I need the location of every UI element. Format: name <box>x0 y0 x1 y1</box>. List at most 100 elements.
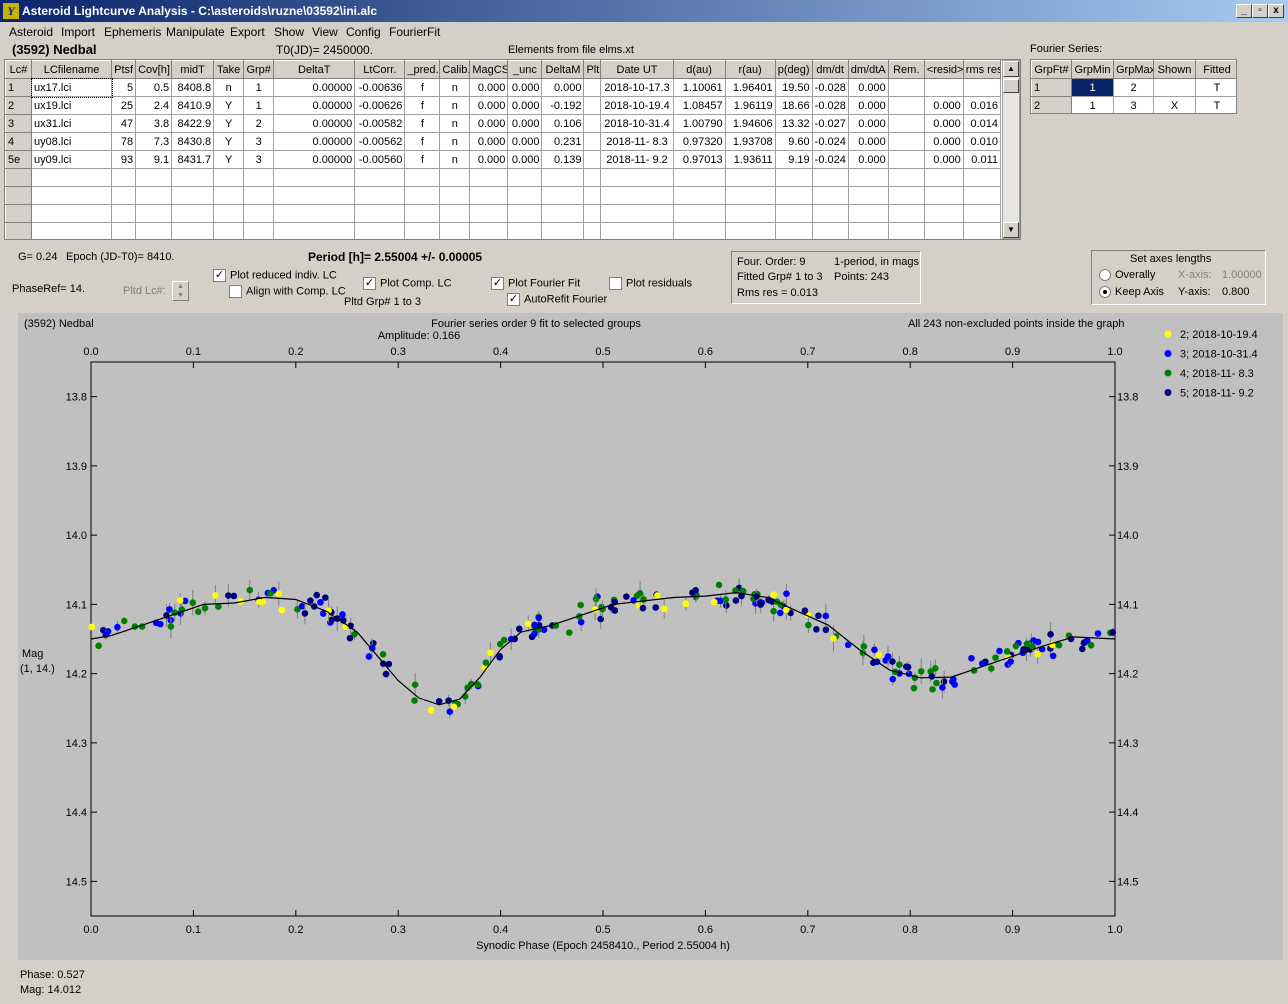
table-cell[interactable] <box>541 168 585 187</box>
table-cell[interactable]: 1 <box>243 96 275 115</box>
table-cell[interactable] <box>811 222 849 239</box>
table-cell[interactable] <box>887 222 925 239</box>
table-cell[interactable]: 0.000 <box>847 114 889 133</box>
x-axis-value[interactable]: 1.00000 <box>1222 269 1262 281</box>
empty-row[interactable] <box>5 168 1002 187</box>
table-cell[interactable] <box>724 222 776 239</box>
table-cell[interactable]: 1.96119 <box>724 96 776 115</box>
table-cell[interactable] <box>774 222 813 239</box>
table-cell[interactable] <box>5 204 33 223</box>
lc-col-header[interactable]: LCfilename <box>31 60 113 79</box>
lc-col-header[interactable]: midT <box>171 60 215 79</box>
table-cell[interactable] <box>439 168 471 187</box>
table-cell[interactable] <box>583 186 602 205</box>
menu-view[interactable]: View <box>312 25 338 39</box>
table-cell[interactable]: 3 <box>243 150 275 169</box>
table-cell[interactable]: n <box>439 150 471 169</box>
table-cell[interactable]: 8408.8 <box>171 78 215 97</box>
table-cell[interactable]: f <box>404 114 441 133</box>
fourier-row[interactable]: 213XT <box>1031 96 1236 113</box>
table-cell[interactable]: 0.000 <box>541 78 585 97</box>
table-cell[interactable] <box>469 186 509 205</box>
lc-col-header[interactable]: DeltaM <box>541 60 585 79</box>
table-cell[interactable]: 0.000 <box>847 78 889 97</box>
table-cell[interactable] <box>923 168 964 187</box>
table-cell[interactable]: f <box>404 96 441 115</box>
table-cell[interactable] <box>439 204 471 223</box>
table-cell[interactable]: n <box>439 114 471 133</box>
table-cell[interactable]: 0.00000 <box>273 78 356 97</box>
table-cell[interactable]: ux19.lci <box>31 96 113 115</box>
lc-col-header[interactable]: DeltaT <box>273 60 356 79</box>
table-cell[interactable] <box>273 222 356 239</box>
menu-fourierfit[interactable]: FourierFit <box>389 25 440 39</box>
table-cell[interactable] <box>724 168 776 187</box>
lc-col-header[interactable]: <resid> <box>923 60 964 79</box>
keep-axis-radio[interactable]: Keep Axis <box>1099 286 1164 299</box>
table-cell[interactable] <box>171 204 215 223</box>
lc-col-header[interactable]: Rem. <box>887 60 925 79</box>
table-row[interactable]: 3 ux31.lci 47 3.8 8422.9 Y 2 0.00000 -0.00582 f n 0… <box>5 114 1002 133</box>
table-cell[interactable] <box>469 222 509 239</box>
table-cell[interactable]: n <box>439 78 471 97</box>
menu-config[interactable]: Config <box>346 25 381 39</box>
table-cell[interactable]: 2018-11- 8.3 <box>600 132 674 151</box>
table-cell[interactable]: -0.00626 <box>354 96 406 115</box>
table-cell[interactable] <box>31 204 113 223</box>
table-cell[interactable] <box>672 168 726 187</box>
table-cell[interactable]: 0.016 <box>962 96 1002 115</box>
lc-col-header[interactable]: Calib. <box>439 60 471 79</box>
table-cell[interactable] <box>507 168 543 187</box>
table-cell[interactable] <box>962 204 1002 223</box>
table-cell[interactable] <box>583 204 602 223</box>
table-cell[interactable] <box>213 186 245 205</box>
table-cell[interactable] <box>31 186 113 205</box>
table-cell[interactable]: -0.00562 <box>354 132 406 151</box>
table-cell[interactable] <box>887 204 925 223</box>
table-cell[interactable]: f <box>404 150 441 169</box>
table-cell[interactable]: 0.000 <box>847 96 889 115</box>
table-cell[interactable]: ux17.lci <box>30 77 113 98</box>
table-cell[interactable]: 25 <box>111 96 137 115</box>
table-cell[interactable] <box>541 204 585 223</box>
table-cell[interactable] <box>962 222 1002 239</box>
table-cell[interactable] <box>583 132 602 151</box>
table-cell[interactable] <box>887 150 925 169</box>
table-cell[interactable]: 2.4 <box>135 96 173 115</box>
table-cell[interactable] <box>243 222 275 239</box>
table-cell[interactable]: -0.00582 <box>354 114 406 133</box>
table-cell[interactable]: -0.00560 <box>354 150 406 169</box>
table-cell[interactable]: 8410.9 <box>171 96 215 115</box>
lc-col-header[interactable]: dm/dt <box>811 60 849 79</box>
table-cell[interactable]: 3.8 <box>135 114 173 133</box>
table-cell[interactable]: 8430.8 <box>171 132 215 151</box>
table-cell[interactable] <box>171 222 215 239</box>
lc-col-header[interactable]: Date UT <box>600 60 674 79</box>
table-cell[interactable]: 1.10061 <box>672 78 726 97</box>
table-cell[interactable] <box>404 204 441 223</box>
table-cell[interactable]: n <box>439 132 471 151</box>
fourier-cell[interactable]: 1 <box>1071 78 1114 97</box>
lc-col-header[interactable]: dm/dtA <box>847 60 889 79</box>
table-cell[interactable] <box>672 222 726 239</box>
table-cell[interactable] <box>5 168 33 187</box>
table-cell[interactable]: 7.3 <box>135 132 173 151</box>
table-cell[interactable] <box>811 186 849 205</box>
table-cell[interactable]: -0.024 <box>811 132 849 151</box>
plot-residuals-checkbox[interactable]: Plot residuals <box>609 277 692 290</box>
menu-import[interactable]: Import <box>61 25 95 39</box>
table-cell[interactable]: 0.000 <box>507 78 543 97</box>
table-cell[interactable]: 13.32 <box>774 114 813 133</box>
table-cell[interactable]: 0.000 <box>469 150 509 169</box>
table-cell[interactable]: 0.000 <box>469 78 509 97</box>
menu-export[interactable]: Export <box>230 25 265 39</box>
table-cell[interactable] <box>273 204 356 223</box>
table-cell[interactable] <box>213 222 245 239</box>
table-cell[interactable] <box>583 150 602 169</box>
table-cell[interactable] <box>135 222 173 239</box>
align-comp-checkbox[interactable]: Align with Comp. LC <box>229 285 346 298</box>
table-cell[interactable]: 0.5 <box>135 78 173 97</box>
fourier-col-header[interactable]: GrpMax <box>1113 60 1154 79</box>
table-cell[interactable] <box>354 204 406 223</box>
row-header[interactable]: 2 <box>5 96 33 115</box>
